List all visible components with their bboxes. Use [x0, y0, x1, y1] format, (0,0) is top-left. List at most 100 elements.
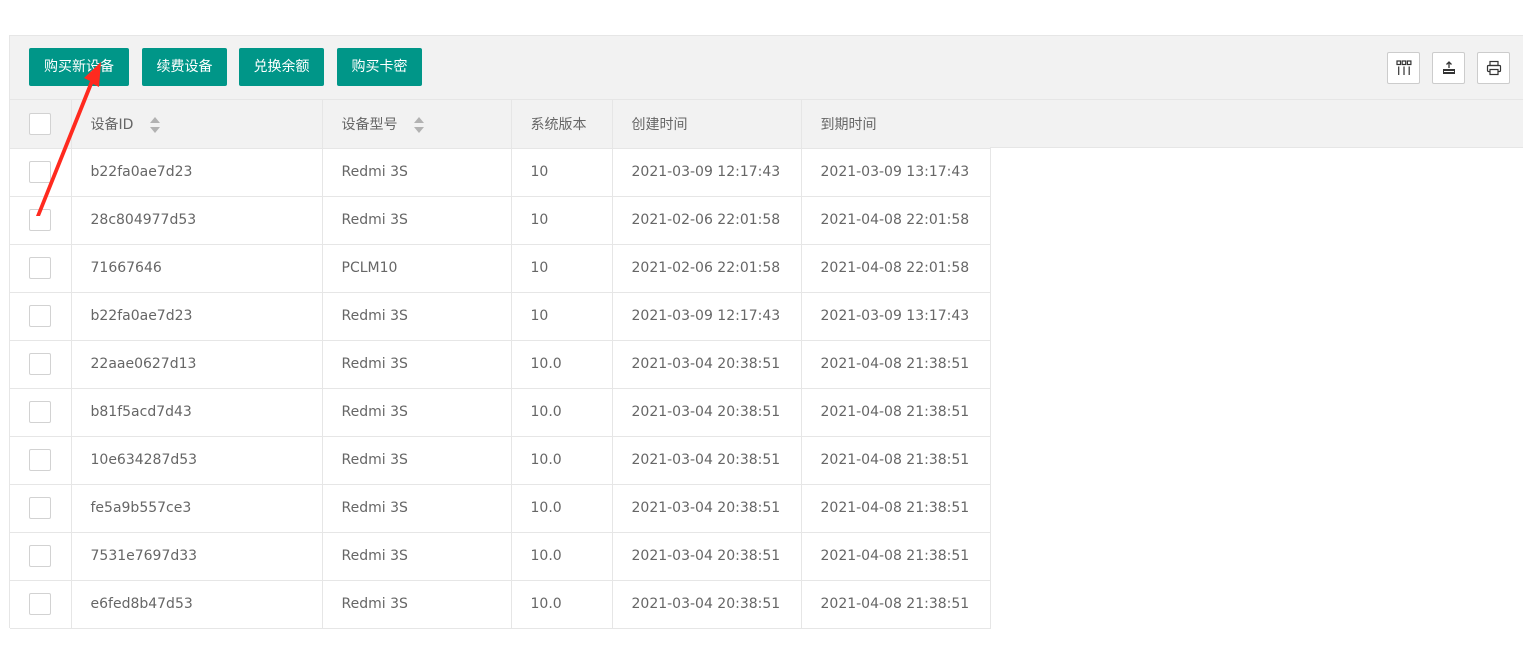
buy-card-key-button[interactable]: 购买卡密: [337, 48, 422, 86]
table-row[interactable]: 10e634287d53 Redmi 3S 10.0 2021-03-04 20:38…: [10, 436, 991, 485]
device-table: 设备ID 设备型号 系统版本 创建时间 到期时间 b22fa0ae7d23 Red…: [10, 100, 991, 629]
cell-expire-time: 2021-04-08 21:38:51: [801, 580, 991, 629]
cell-created-time: 2021-02-06 22:01:58: [612, 196, 802, 245]
export-button[interactable]: [1432, 52, 1465, 84]
cell-expire-time: 2021-04-08 21:38:51: [801, 340, 991, 389]
row-checkbox[interactable]: [29, 305, 51, 327]
export-icon: [1442, 61, 1455, 74]
print-button[interactable]: [1477, 52, 1510, 84]
cell-device-model: Redmi 3S: [322, 196, 512, 245]
row-select-cell: [10, 244, 72, 293]
cell-system-version: 10.0: [511, 388, 613, 437]
cell-device-id: 71667646: [71, 244, 323, 293]
cell-expire-time: 2021-04-08 22:01:58: [801, 196, 991, 245]
header-label: 到期时间: [820, 116, 877, 133]
table-row[interactable]: 7531e7697d33 Redmi 3S 10.0 2021-03-04 20:38…: [10, 532, 991, 581]
table-row[interactable]: fe5a9b557ce3 Redmi 3S 10.0 2021-03-04 20:38…: [10, 484, 991, 533]
header-label: 设备型号: [341, 116, 398, 133]
cell-expire-time: 2021-04-08 21:38:51: [801, 532, 991, 581]
row-checkbox[interactable]: [29, 593, 51, 615]
table-row[interactable]: 71667646 PCLM10 10 2021-02-06 22:01:58 2021-…: [10, 244, 991, 293]
header-device-id[interactable]: 设备ID: [71, 100, 323, 149]
header-created-time: 创建时间: [612, 100, 802, 149]
row-checkbox[interactable]: [29, 497, 51, 519]
columns-icon: [1395, 60, 1411, 75]
cell-device-id: 28c804977d53: [71, 196, 323, 245]
cell-device-model: Redmi 3S: [322, 580, 512, 629]
sort-icon[interactable]: [149, 116, 160, 133]
cell-expire-time: 2021-03-09 13:17:43: [801, 148, 991, 197]
cell-device-id: 10e634287d53: [71, 436, 323, 485]
table-row[interactable]: b22fa0ae7d23 Redmi 3S 10 2021-03-09 12:17:4…: [10, 292, 991, 341]
cell-created-time: 2021-03-09 12:17:43: [612, 292, 802, 341]
cell-system-version: 10.0: [511, 580, 613, 629]
cell-system-version: 10: [511, 244, 613, 293]
row-select-cell: [10, 436, 72, 485]
cell-created-time: 2021-03-09 12:17:43: [612, 148, 802, 197]
row-checkbox[interactable]: [29, 161, 51, 183]
row-checkbox[interactable]: [29, 209, 51, 231]
header-label: 创建时间: [631, 116, 688, 133]
header-filler: [990, 100, 1523, 148]
cell-device-model: Redmi 3S: [322, 532, 512, 581]
table-header-row: 设备ID 设备型号 系统版本 创建时间 到期时间: [10, 100, 991, 149]
table-row[interactable]: b81f5acd7d43 Redmi 3S 10.0 2021-03-04 20:38…: [10, 388, 991, 437]
redeem-balance-button[interactable]: 兑换余额: [239, 48, 324, 86]
cell-expire-time: 2021-04-08 21:38:51: [801, 436, 991, 485]
print-icon: [1486, 60, 1501, 76]
cell-expire-time: 2021-03-09 13:17:43: [801, 292, 991, 341]
renew-device-button[interactable]: 续费设备: [142, 48, 227, 86]
table-row[interactable]: 22aae0627d13 Redmi 3S 10.0 2021-03-04 20:38…: [10, 340, 991, 389]
cell-device-id: fe5a9b557ce3: [71, 484, 323, 533]
cell-expire-time: 2021-04-08 21:38:51: [801, 388, 991, 437]
table-row[interactable]: b22fa0ae7d23 Redmi 3S 10 2021-03-09 12:17:4…: [10, 148, 991, 197]
header-device-model[interactable]: 设备型号: [322, 100, 512, 149]
cell-device-id: b81f5acd7d43: [71, 388, 323, 437]
select-all-checkbox[interactable]: [29, 112, 51, 135]
cell-system-version: 10: [511, 148, 613, 197]
cell-system-version: 10.0: [511, 484, 613, 533]
cell-device-model: Redmi 3S: [322, 340, 512, 389]
row-select-cell: [10, 292, 72, 341]
cell-device-id: b22fa0ae7d23: [71, 148, 323, 197]
header-label: 系统版本: [530, 116, 587, 133]
buy-new-device-button[interactable]: 购买新设备: [29, 48, 129, 86]
device-table-panel: 购买新设备 续费设备 兑换余额 购买卡密 设备ID 设备型号 系统版本 创建时间…: [9, 35, 1523, 629]
cell-device-id: 7531e7697d33: [71, 532, 323, 581]
header-select-all: [10, 100, 72, 149]
cell-created-time: 2021-03-04 20:38:51: [612, 484, 802, 533]
row-select-cell: [10, 580, 72, 629]
table-row[interactable]: 28c804977d53 Redmi 3S 10 2021-02-06 22:01:5…: [10, 196, 991, 245]
cell-device-model: Redmi 3S: [322, 484, 512, 533]
cell-system-version: 10: [511, 196, 613, 245]
row-select-cell: [10, 340, 72, 389]
header-expire-time: 到期时间: [801, 100, 991, 149]
sort-icon[interactable]: [413, 116, 424, 133]
cell-device-id: 22aae0627d13: [71, 340, 323, 389]
row-checkbox[interactable]: [29, 353, 51, 375]
cell-system-version: 10: [511, 292, 613, 341]
row-checkbox[interactable]: [29, 401, 51, 423]
cell-device-id: b22fa0ae7d23: [71, 292, 323, 341]
cell-device-model: Redmi 3S: [322, 388, 512, 437]
table-row[interactable]: e6fed8b47d53 Redmi 3S 10.0 2021-03-04 20:38…: [10, 580, 991, 629]
cell-system-version: 10.0: [511, 340, 613, 389]
row-checkbox[interactable]: [29, 449, 51, 471]
cell-device-model: Redmi 3S: [322, 148, 512, 197]
cell-created-time: 2021-03-04 20:38:51: [612, 580, 802, 629]
table-toolbar: 购买新设备 续费设备 兑换余额 购买卡密: [10, 36, 1523, 100]
row-select-cell: [10, 196, 72, 245]
column-filter-button[interactable]: [1387, 52, 1420, 84]
cell-system-version: 10.0: [511, 436, 613, 485]
cell-expire-time: 2021-04-08 21:38:51: [801, 484, 991, 533]
cell-device-model: Redmi 3S: [322, 436, 512, 485]
cell-system-version: 10.0: [511, 532, 613, 581]
header-system-version: 系统版本: [511, 100, 613, 149]
cell-created-time: 2021-03-04 20:38:51: [612, 388, 802, 437]
cell-device-model: Redmi 3S: [322, 292, 512, 341]
row-checkbox[interactable]: [29, 545, 51, 567]
row-select-cell: [10, 532, 72, 581]
row-checkbox[interactable]: [29, 257, 51, 279]
cell-created-time: 2021-03-04 20:38:51: [612, 532, 802, 581]
cell-expire-time: 2021-04-08 22:01:58: [801, 244, 991, 293]
